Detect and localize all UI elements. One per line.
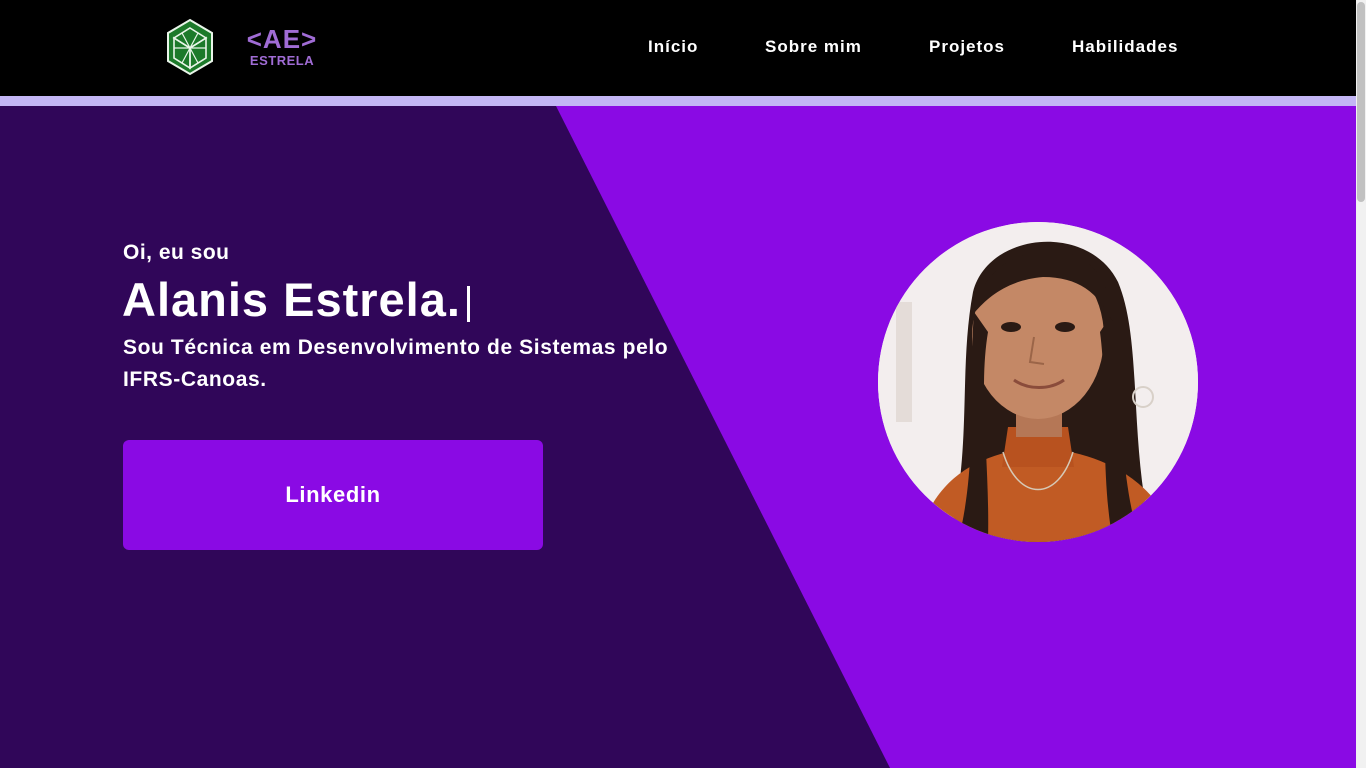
nav-projetos[interactable]: Projetos xyxy=(929,37,1005,57)
typing-cursor xyxy=(466,286,470,322)
cube-logo-icon[interactable] xyxy=(166,18,214,76)
hero-name-text: Alanis Estrela. xyxy=(122,273,461,326)
brand-logo-mark: <AE> xyxy=(246,24,318,54)
brand-logo[interactable]: <AE> ESTRELA xyxy=(242,24,322,72)
header-divider xyxy=(0,96,1356,106)
nav-sobre-mim[interactable]: Sobre mim xyxy=(765,37,862,57)
brand-logo-subtext: ESTRELA xyxy=(249,53,315,68)
site-header: <AE> ESTRELA Início Sobre mim Projetos H… xyxy=(0,0,1356,96)
hero-name: Alanis Estrela. xyxy=(122,272,470,328)
hero-description: Sou Técnica em Desenvolvimento de Sistem… xyxy=(123,336,669,391)
scrollbar[interactable] xyxy=(1356,0,1366,768)
linkedin-button[interactable]: Linkedin xyxy=(123,440,543,550)
hero-greeting: Oi, eu sou xyxy=(123,241,230,264)
nav-inicio[interactable]: Início xyxy=(648,37,698,57)
page: <AE> ESTRELA Início Sobre mim Projetos H… xyxy=(0,0,1366,768)
scrollbar-thumb[interactable] xyxy=(1357,2,1365,202)
profile-photo xyxy=(878,222,1198,542)
profile-photo-illustration xyxy=(878,222,1198,542)
nav-habilidades[interactable]: Habilidades xyxy=(1072,37,1178,57)
